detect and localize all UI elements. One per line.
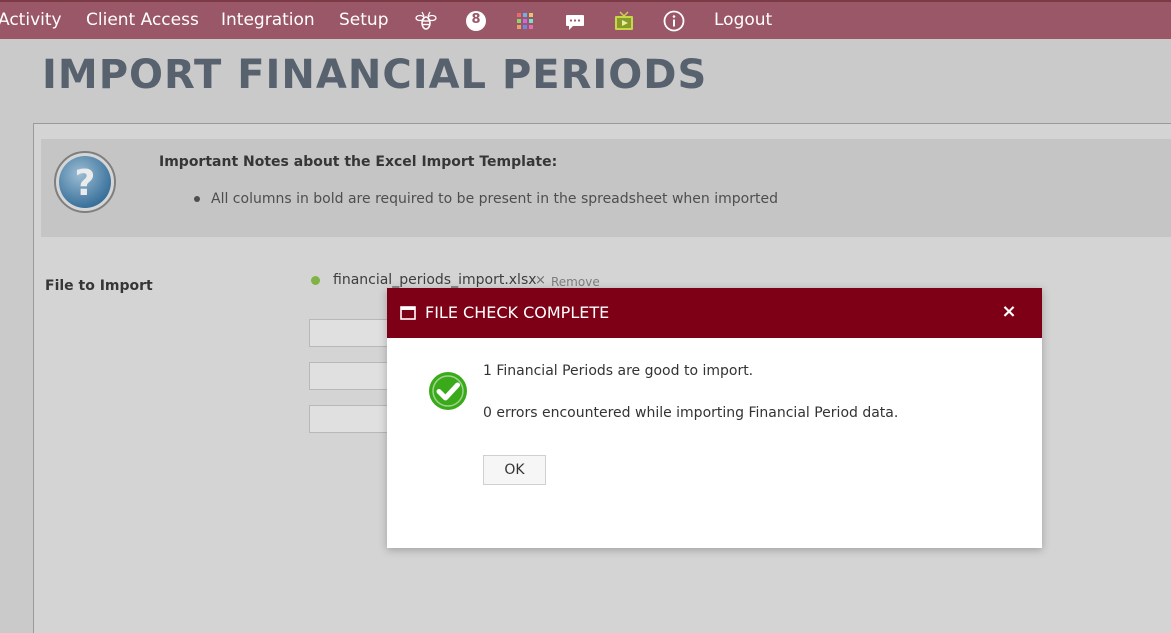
close-icon[interactable]: ×	[999, 302, 1019, 322]
badge-8-icon[interactable]: 8	[465, 10, 487, 32]
window-icon	[400, 306, 416, 320]
bee-icon[interactable]	[415, 10, 437, 32]
nav-item-client-access[interactable]: Client Access	[86, 10, 199, 30]
nav-item-activity[interactable]: Activity	[0, 10, 62, 30]
success-message: 1 Financial Periods are good to import.	[483, 363, 754, 379]
info-icon[interactable]	[663, 10, 685, 32]
dialog-header: FILE CHECK COMPLETE ×	[387, 288, 1042, 338]
chat-icon[interactable]	[564, 10, 586, 32]
apps-grid-icon[interactable]	[514, 10, 536, 32]
nav-item-setup[interactable]: Setup	[339, 10, 388, 30]
success-check-icon	[429, 372, 467, 410]
dialog-title: FILE CHECK COMPLETE	[425, 303, 610, 322]
error-count-message: 0 errors encountered while importing Fin…	[483, 405, 899, 421]
app-page: Activity Client Access Integration Setup…	[0, 0, 1171, 633]
top-nav-bar: Activity Client Access Integration Setup…	[0, 0, 1171, 39]
badge-number: 8	[471, 12, 481, 27]
ok-button[interactable]: OK	[483, 455, 546, 485]
file-check-dialog: FILE CHECK COMPLETE × 1 Financial Period…	[387, 288, 1042, 548]
nav-item-integration[interactable]: Integration	[221, 10, 315, 30]
logout-link[interactable]: Logout	[714, 10, 772, 30]
tv-icon[interactable]	[613, 10, 635, 32]
